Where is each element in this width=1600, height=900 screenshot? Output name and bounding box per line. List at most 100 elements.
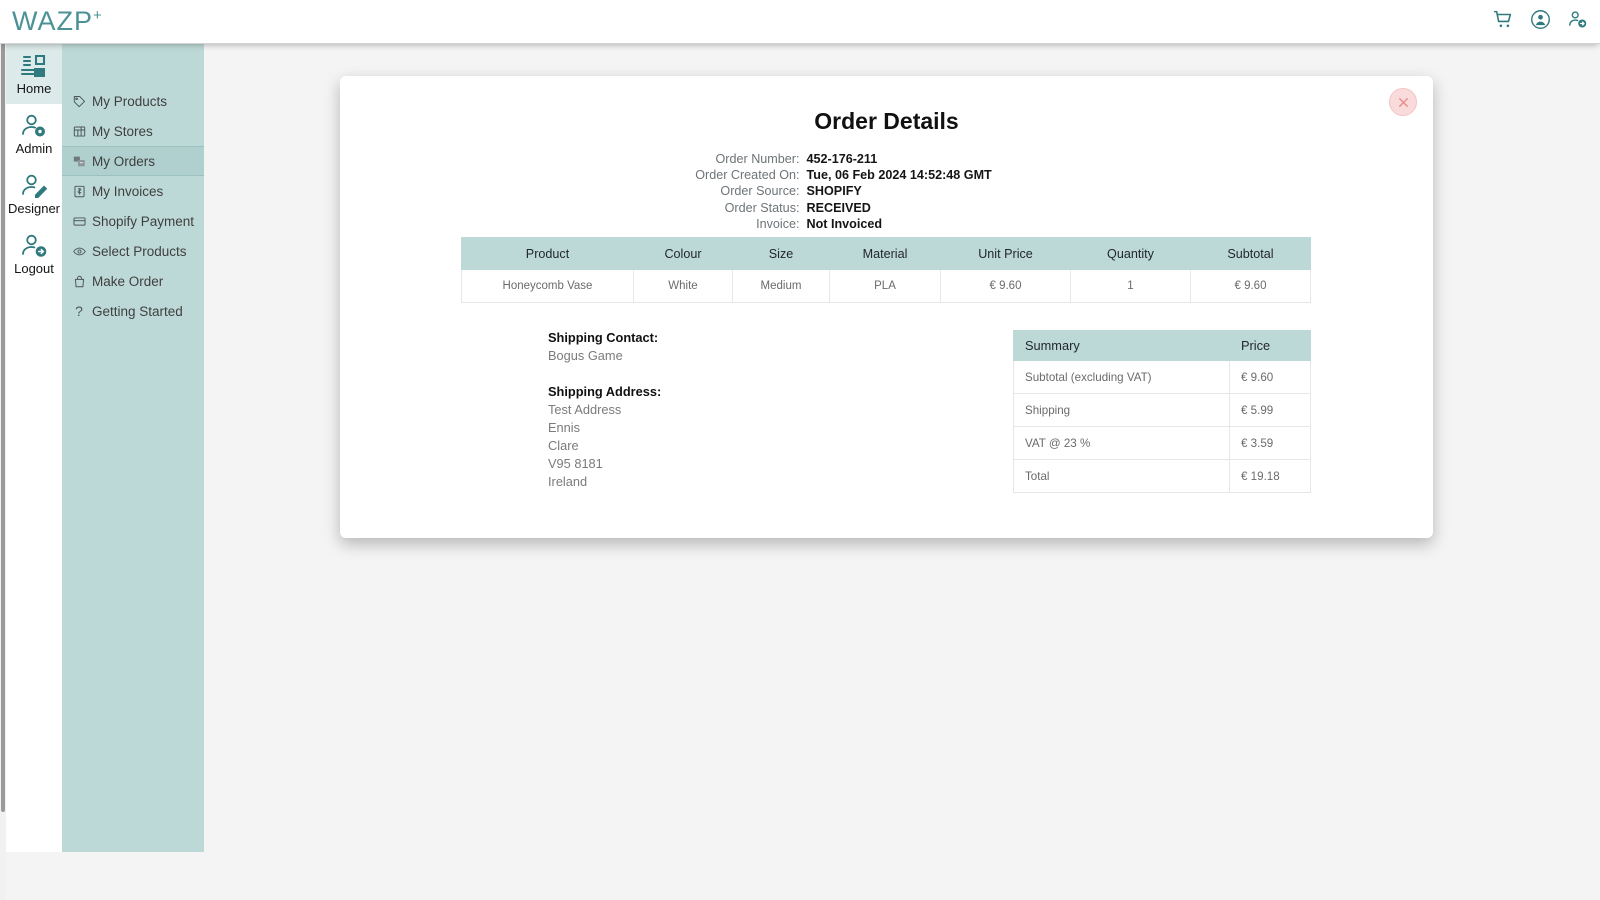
cell-quantity: 1 xyxy=(1070,269,1191,303)
order-meta-value: RECEIVED xyxy=(806,200,871,215)
wazp-logo[interactable]: WAZP+ xyxy=(12,6,103,37)
cell-summary-label: Shipping xyxy=(1013,393,1230,427)
column-header-material: Material xyxy=(829,237,941,270)
page-scrollbar-thumb[interactable] xyxy=(1,42,5,812)
question-icon: ? xyxy=(75,303,83,319)
orders-icon xyxy=(72,154,86,168)
close-icon[interactable] xyxy=(1389,88,1417,116)
column-header-size: Size xyxy=(732,237,830,270)
sidebar-item-label: My Invoices xyxy=(92,183,164,199)
order-meta-label: Order Source: xyxy=(720,184,800,199)
tag-icon xyxy=(72,94,86,108)
home-dashboard-icon xyxy=(19,53,49,81)
sidebar-item-label: Getting Started xyxy=(92,303,183,319)
user-logout-icon[interactable] xyxy=(1567,9,1588,30)
column-header-summary: Summary xyxy=(1013,330,1230,361)
account-circle-icon[interactable] xyxy=(1530,9,1551,30)
sidebar-item-label: Shopify Payment xyxy=(92,213,195,229)
table-row: Honeycomb Vase White Medium PLA € 9.60 1… xyxy=(461,269,1311,303)
shipping-contact-name: Bogus Game xyxy=(548,348,623,363)
table-row: Subtotal (excluding VAT) € 9.60 xyxy=(1013,360,1311,394)
address-line: Clare xyxy=(548,438,579,453)
sidebar-item-my-invoices[interactable]: My Invoices xyxy=(62,176,204,206)
sidebar-item-label: My Stores xyxy=(92,123,153,139)
sidebar-item-getting-started[interactable]: ? Getting Started xyxy=(62,296,204,326)
order-meta-label: Order Status: xyxy=(724,200,800,215)
eye-icon xyxy=(72,244,86,258)
store-icon xyxy=(72,124,86,138)
cell-subtotal: € 9.60 xyxy=(1190,269,1311,303)
cart-icon[interactable] xyxy=(1493,9,1514,30)
order-meta-value: 452-176-211 xyxy=(806,152,878,166)
sidebar-item-select-products[interactable]: Select Products xyxy=(62,236,204,266)
left-icon-rail: Home Admin Designer Logout xyxy=(6,44,62,852)
product-table: Product Colour Size Material Unit Price … xyxy=(461,237,1311,303)
user-gear-icon xyxy=(19,113,49,141)
order-meta-value: SHOPIFY xyxy=(806,184,862,199)
cell-unit-price: € 9.60 xyxy=(940,269,1071,303)
order-meta-value: Not Invoiced xyxy=(806,216,883,231)
table-row: VAT @ 23 % € 3.59 xyxy=(1013,426,1311,460)
sidebar-item-my-stores[interactable]: My Stores xyxy=(62,116,204,146)
address-line: Ireland xyxy=(548,474,588,489)
cell-product: Honeycomb Vase xyxy=(461,269,634,303)
cell-material: PLA xyxy=(829,269,941,303)
cell-summary-price: € 19.18 xyxy=(1229,459,1311,493)
order-meta-row: Order Source: SHOPIFY xyxy=(340,184,1433,199)
cell-summary-price: € 9.60 xyxy=(1229,360,1311,394)
order-meta-row: Order Status: RECEIVED xyxy=(340,201,1433,216)
sidebar-item-make-order[interactable]: Make Order xyxy=(62,266,204,296)
page-title: Order Details xyxy=(814,108,959,134)
order-meta-row: Order Created On: Tue, 06 Feb 2024 14:52… xyxy=(340,168,1433,183)
address-line: Ennis xyxy=(548,420,581,435)
order-meta-label: Order Number: xyxy=(715,152,800,166)
user-arrow-icon xyxy=(19,233,49,261)
order-meta-list: Order Number: 452-176-211 Order Created … xyxy=(340,152,1433,232)
address-line: Test Address xyxy=(548,402,622,417)
cell-summary-price: € 5.99 xyxy=(1229,393,1311,427)
shipping-block: Shipping Contact: Bogus Game Shipping Ad… xyxy=(548,328,878,491)
column-header-quantity: Quantity xyxy=(1070,237,1191,270)
rail-item-label: Admin xyxy=(15,140,53,156)
header-icon-group xyxy=(1493,9,1588,30)
order-meta-label: Order Created On: xyxy=(695,168,800,183)
top-header: WAZP+ xyxy=(0,0,1600,44)
rail-item-home[interactable]: Home xyxy=(6,44,62,104)
cell-summary-label: Subtotal (excluding VAT) xyxy=(1013,360,1230,394)
column-header-price: Price xyxy=(1229,330,1311,361)
sidebar-item-label: Select Products xyxy=(92,243,187,259)
table-row: Shipping € 5.99 xyxy=(1013,393,1311,427)
order-meta-label: Invoice: xyxy=(756,216,800,231)
logo-text: WAZP xyxy=(12,6,93,36)
sidebar-item-label: My Orders xyxy=(92,153,156,169)
table-row: Total € 19.18 xyxy=(1013,459,1311,493)
sidebar-item-label: My Products xyxy=(92,93,168,109)
column-header-unit-price: Unit Price xyxy=(940,237,1071,270)
rail-item-designer[interactable]: Designer xyxy=(6,164,62,224)
cell-summary-label: VAT @ 23 % xyxy=(1013,426,1230,460)
column-header-colour: Colour xyxy=(633,237,733,270)
rail-item-logout[interactable]: Logout xyxy=(6,224,62,284)
order-meta-value: Tue, 06 Feb 2024 14:52:48 GMT xyxy=(806,168,992,183)
shipping-contact-heading: Shipping Contact: xyxy=(548,330,659,345)
order-details-modal: Order Details Order Number: 452-176-211 … xyxy=(340,76,1433,538)
column-header-product: Product xyxy=(461,237,634,270)
cell-summary-label: Total xyxy=(1013,459,1230,493)
summary-table: Summary Price Subtotal (excluding VAT) €… xyxy=(1013,330,1311,493)
order-meta-row: Invoice: Not Invoiced xyxy=(340,217,1433,232)
cell-size: Medium xyxy=(732,269,830,303)
card-icon xyxy=(72,214,86,228)
rail-item-label: Logout xyxy=(14,260,54,276)
rail-item-admin[interactable]: Admin xyxy=(6,104,62,164)
sidebar-item-shopify-payment[interactable]: Shopify Payment xyxy=(62,206,204,236)
column-header-subtotal: Subtotal xyxy=(1190,237,1311,270)
table-header-row: Summary Price xyxy=(1013,330,1311,361)
shipping-address-heading: Shipping Address: xyxy=(548,384,662,399)
sidebar-item-my-orders[interactable]: My Orders xyxy=(62,146,204,176)
cell-summary-price: € 3.59 xyxy=(1229,426,1311,460)
invoice-icon xyxy=(72,184,86,198)
sidebar-item-my-products[interactable]: My Products xyxy=(62,86,204,116)
user-pencil-icon xyxy=(19,173,49,201)
sidebar-menu: My Products My Stores My Orders My Invoi… xyxy=(62,44,204,852)
